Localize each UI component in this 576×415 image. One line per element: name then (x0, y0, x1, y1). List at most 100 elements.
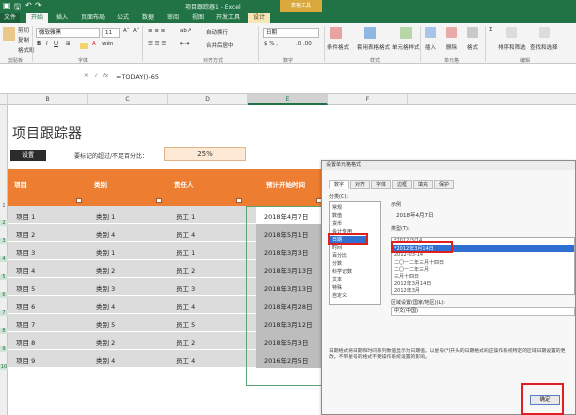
category-item[interactable]: 自定义 (332, 292, 347, 299)
row-header[interactable]: 5 (0, 274, 8, 280)
type-item[interactable]: 二〇一二年三月 (394, 266, 429, 273)
type-item[interactable]: 2012年3月 (394, 287, 420, 294)
row-header[interactable]: 2 (0, 220, 8, 226)
column-header-d[interactable]: E (248, 94, 328, 105)
format-cells-icon[interactable] (467, 27, 478, 38)
select-all-corner[interactable] (0, 94, 8, 105)
percent-input[interactable]: 25% (164, 147, 246, 161)
category-item[interactable]: 百分比 (332, 252, 347, 259)
tab-page-layout[interactable]: 页面布局 (78, 13, 108, 23)
category-item[interactable]: 常规 (332, 204, 342, 211)
type-item[interactable]: 三月十四日 (394, 273, 419, 280)
cell-project[interactable]: 项目 8 (16, 337, 35, 347)
cell-styles-button[interactable]: 单元格样式 (392, 43, 420, 51)
cell-styles-icon[interactable] (400, 27, 412, 39)
filter-dropdown-icon[interactable] (76, 198, 82, 203)
dialog-tab-protection[interactable]: 保护 (434, 180, 454, 189)
type-item[interactable]: 2012年3月14日 (394, 280, 431, 287)
category-item[interactable]: 科学记数 (332, 268, 352, 275)
row-header[interactable]: 6 (0, 292, 8, 298)
cell-project[interactable]: 项目 3 (16, 247, 35, 257)
decimal-icon[interactable]: .0 .00 (296, 41, 312, 47)
row-header[interactable]: 7 (0, 310, 8, 316)
cell-owner[interactable]: 员工 2 (176, 265, 195, 275)
insert-function-icon[interactable]: fx (103, 73, 108, 79)
dialog-tab-font[interactable]: 字体 (371, 180, 391, 189)
column-header-e[interactable]: F (328, 94, 408, 105)
tab-review[interactable]: 审阅 (163, 13, 183, 23)
cell-owner[interactable]: 员工 4 (176, 355, 195, 365)
cell-category[interactable]: 类别 2 (96, 337, 115, 347)
font-name-select[interactable]: 微软雅黑 (36, 28, 100, 38)
cell-category[interactable]: 类别 3 (96, 283, 115, 293)
cell-project[interactable]: 项目 2 (16, 229, 35, 239)
indent-icon[interactable]: ⇤⇥ (180, 41, 189, 47)
cell-project[interactable]: 项目 1 (16, 211, 35, 221)
cell-category[interactable]: 类别 1 (96, 211, 115, 221)
row-header[interactable]: 4 (0, 256, 8, 262)
formula-input[interactable]: =TODAY()-65 (116, 73, 159, 81)
settings-button[interactable]: 设置 (10, 150, 46, 161)
cell-owner[interactable]: 员工 5 (176, 319, 195, 329)
type-item[interactable]: 二〇一二年三月十四日 (394, 259, 444, 266)
font-color-icon[interactable]: A (92, 41, 96, 47)
tab-insert[interactable]: 插入 (52, 13, 72, 23)
tab-design[interactable]: 设计 (248, 13, 270, 23)
tab-view[interactable]: 视图 (188, 13, 208, 23)
locale-select[interactable]: 中文(中国) (391, 307, 575, 316)
category-item[interactable]: 分数 (332, 260, 342, 267)
cell-project[interactable]: 项目 6 (16, 301, 35, 311)
tab-developer[interactable]: 开发工具 (213, 13, 243, 23)
phonetic-icon[interactable]: wén (102, 41, 113, 47)
cell-owner[interactable]: 员工 1 (176, 211, 195, 221)
merge-center-button[interactable]: 合并后居中 (206, 41, 234, 49)
conditional-format-icon[interactable] (330, 27, 342, 39)
tab-home[interactable]: 开始 (26, 13, 48, 23)
filter-dropdown-icon[interactable] (156, 198, 162, 203)
sort-filter-button[interactable]: 排序和筛选 (498, 43, 526, 51)
cell-category[interactable]: 类别 5 (96, 319, 115, 329)
align-left-icon[interactable]: ☰ ☰ ☰ (148, 41, 166, 47)
insert-cells-icon[interactable] (425, 27, 436, 38)
paste-icon[interactable] (3, 27, 15, 41)
filter-dropdown-icon[interactable] (236, 198, 242, 203)
find-select-button[interactable]: 查找和选择 (530, 43, 558, 51)
cell-category[interactable]: 类别 4 (96, 355, 115, 365)
category-item[interactable]: 数值 (332, 212, 342, 219)
redo-icon[interactable]: ↷ (35, 1, 42, 10)
dialog-tab-border[interactable]: 边框 (392, 180, 412, 189)
confirm-icon[interactable]: ✓ (94, 73, 99, 79)
border-icon[interactable]: ⊞ (66, 41, 71, 47)
format-as-table-button[interactable]: 套用表格格式 (357, 43, 390, 51)
cell-project[interactable]: 项目 5 (16, 283, 35, 293)
sort-filter-icon[interactable] (506, 27, 517, 38)
fill-color-icon[interactable] (80, 43, 88, 49)
cell-project[interactable]: 项目 4 (16, 265, 35, 275)
dialog-tab-number[interactable]: 数字 (329, 180, 349, 189)
underline-icon[interactable]: U (54, 41, 58, 47)
tab-formulas[interactable]: 公式 (113, 13, 133, 23)
grow-font-icon[interactable]: A˄ (123, 28, 130, 34)
cell-category[interactable]: 类别 4 (96, 301, 115, 311)
cell-owner[interactable]: 员工 3 (176, 283, 195, 293)
dialog-tab-alignment[interactable]: 对齐 (350, 180, 370, 189)
delete-cells-icon[interactable] (446, 27, 457, 38)
undo-icon[interactable]: ↶ (25, 1, 32, 10)
column-header-c[interactable]: D (168, 94, 248, 105)
copy-button[interactable]: 复制 (18, 36, 29, 44)
italic-icon[interactable]: I (46, 41, 48, 47)
cut-button[interactable]: 剪切 (18, 26, 29, 34)
wrap-text-button[interactable]: 自动换行 (206, 28, 228, 36)
dialog-tab-fill[interactable]: 填充 (413, 180, 433, 189)
font-size-select[interactable]: 11 (102, 28, 120, 38)
format-as-table-icon[interactable] (364, 27, 376, 39)
cell-owner[interactable]: 员工 4 (176, 301, 195, 311)
cell-owner[interactable]: 员工 2 (176, 337, 195, 347)
row-header[interactable]: 1 (0, 203, 8, 209)
align-top-icon[interactable]: ≡ ≡ ≡ (148, 28, 165, 34)
conditional-format-button[interactable]: 条件格式 (327, 43, 349, 51)
row-header[interactable]: 9 (0, 346, 8, 352)
row-header[interactable]: 8 (0, 328, 8, 334)
category-list[interactable]: 常规 数值 货币 会计专用 日期 时间 百分比 分数 科学记数 文本 特殊 自定… (329, 201, 381, 305)
format-cells-button[interactable]: 格式 (467, 43, 478, 51)
